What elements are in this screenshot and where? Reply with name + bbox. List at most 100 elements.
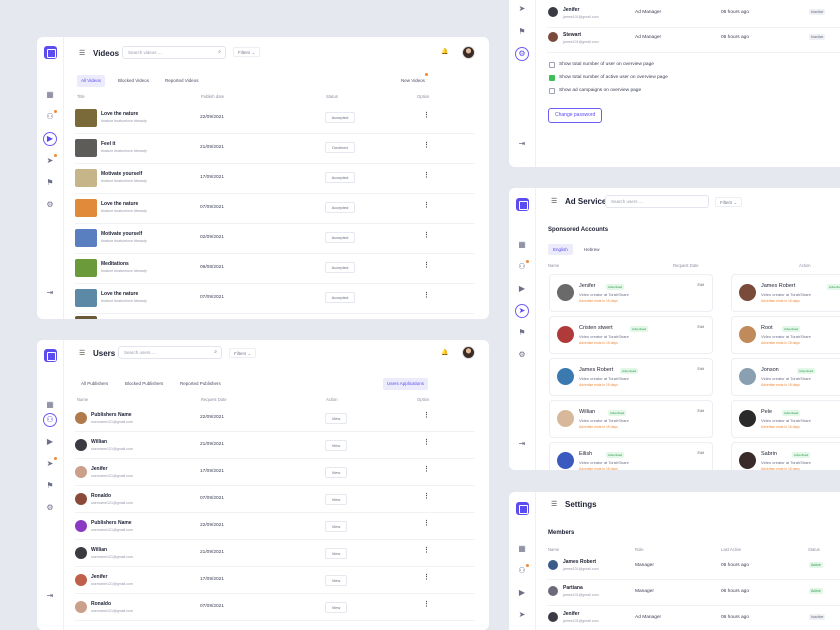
dashboard-icon[interactable]: ▦ [515,238,529,252]
tab-all-videos[interactable]: All Videos [77,75,105,87]
sponsored-card[interactable]: JeniferAdvertisedVideo creator at TorahS… [549,274,713,312]
video-thumbnail[interactable] [75,289,97,307]
video-thumbnail[interactable] [75,229,97,247]
video-thumbnail[interactable] [75,109,97,127]
bell-icon[interactable]: 🔔 [441,48,448,55]
send-icon[interactable]: ➤ [515,608,529,622]
status-badge[interactable]: Accepted [325,262,355,273]
more-options-icon[interactable]: ⋮ [423,519,430,527]
view-button[interactable]: View [325,413,347,424]
sponsored-card[interactable]: EilishAdvertisedVideo creator at TorahSh… [549,442,713,470]
logout-icon[interactable]: ⇥ [43,286,57,300]
flag-icon[interactable]: ⚑ [515,25,529,39]
more-options-icon[interactable]: ⋮ [423,291,430,299]
users-applications-button[interactable]: Users Applications [383,378,428,390]
menu-icon[interactable]: ☰ [79,349,85,357]
app-logo[interactable] [516,502,529,515]
view-button[interactable]: View [325,575,347,586]
view-button[interactable]: View [325,467,347,478]
change-password-button[interactable]: Change password [548,108,602,123]
checkbox[interactable] [549,88,555,94]
view-button[interactable]: View [325,548,347,559]
users-icon[interactable]: ⚇ [43,413,57,427]
search-input[interactable]: Search videos .... ⌕ [122,46,226,59]
sponsored-card[interactable]: James RobertAdvertisedVideo creator at T… [549,358,713,396]
filters-dropdown[interactable]: Filters ⌄ [229,348,256,358]
new-videos-button[interactable]: New Videos [397,75,429,87]
dashboard-icon[interactable]: ▦ [43,398,57,412]
more-options-icon[interactable]: ⋮ [423,546,430,554]
tab-blocked-videos[interactable]: Blocked Videos [114,75,153,87]
more-options-icon[interactable]: ⋮ [423,573,430,581]
gear-icon[interactable]: ⚙ [515,348,529,362]
video-thumbnail[interactable] [75,259,97,277]
videos-icon[interactable]: ▶ [515,586,529,600]
tab-blocked-publishers[interactable]: Blocked Publishers [121,378,167,390]
view-button[interactable]: View [325,602,347,613]
edit-button[interactable]: Edit [697,451,704,455]
search-input[interactable]: Search users .... [605,195,709,208]
filters-dropdown[interactable]: Filters ⌄ [233,47,260,57]
more-options-icon[interactable]: ⋮ [423,600,430,608]
sponsored-card[interactable]: JonsonAdvertisedVideo creator at TorahSh… [731,358,840,396]
logout-icon[interactable]: ⇥ [43,589,57,603]
video-thumbnail[interactable] [75,316,97,319]
menu-icon[interactable]: ☰ [551,500,557,508]
avatar[interactable] [462,46,475,59]
videos-icon[interactable]: ▶ [43,435,57,449]
status-badge[interactable]: Accepted [325,112,355,123]
more-options-icon[interactable]: ⋮ [423,438,430,446]
more-options-icon[interactable]: ⋮ [423,411,430,419]
sponsored-card[interactable]: PeleAdvertisedVideo creator at TorahShar… [731,400,840,438]
avatar[interactable] [462,346,475,359]
view-button[interactable]: View [325,494,347,505]
app-logo[interactable] [44,46,57,59]
more-options-icon[interactable]: ⋮ [423,465,430,473]
more-options-icon[interactable]: ⋮ [423,201,430,209]
view-button[interactable]: View [325,440,347,451]
edit-button[interactable]: Edit [697,283,704,287]
flag-icon[interactable]: ⚑ [43,176,57,190]
sponsored-card[interactable]: Cristen stwertAdvertisedVideo creator at… [549,316,713,354]
video-thumbnail[interactable] [75,169,97,187]
video-thumbnail[interactable] [75,139,97,157]
videos-icon[interactable]: ▶ [43,132,57,146]
edit-button[interactable]: Edit [697,409,704,413]
send-icon[interactable]: ➤ [515,304,529,318]
menu-icon[interactable]: ☰ [79,49,85,57]
app-logo[interactable] [516,198,529,211]
view-button[interactable]: View [325,521,347,532]
status-badge[interactable]: Accepted [325,172,355,183]
search-input[interactable]: Search users .... ⌕ [118,346,222,359]
more-options-icon[interactable]: ⋮ [423,141,430,149]
tab-english[interactable]: English [548,244,573,255]
tab-reported-publishers[interactable]: Reported Publishers [176,378,225,390]
edit-button[interactable]: Edit [697,367,704,371]
filters-dropdown[interactable]: Filters ⌄ [715,197,742,207]
logout-icon[interactable]: ⇥ [515,137,529,151]
video-thumbnail[interactable] [75,199,97,217]
videos-icon[interactable]: ▶ [515,282,529,296]
more-options-icon[interactable]: ⋮ [423,261,430,269]
checkbox[interactable] [549,62,555,68]
status-badge[interactable]: Accepted [325,292,355,303]
dashboard-icon[interactable]: ▦ [515,542,529,556]
status-badge[interactable]: Accepted [325,232,355,243]
tab-hebrew[interactable]: Hebrew [579,244,605,255]
app-logo[interactable] [44,349,57,362]
more-options-icon[interactable]: ⋮ [423,111,430,119]
send-icon[interactable]: ➤ [515,2,529,16]
more-options-icon[interactable]: ⋮ [423,231,430,239]
sponsored-card[interactable]: WillianAdvertisedVideo creator at TorahS… [549,400,713,438]
dashboard-icon[interactable]: ▦ [43,88,57,102]
gear-icon[interactable]: ⚙ [43,501,57,515]
status-badge[interactable]: Accepted [325,202,355,213]
tab-reported-videos[interactable]: Reported Videos [161,75,202,87]
gear-icon[interactable]: ⚙ [43,198,57,212]
bell-icon[interactable]: 🔔 [441,349,448,356]
logout-icon[interactable]: ⇥ [515,437,529,451]
sponsored-card[interactable]: RootAdvertisedVideo creator at TorahShar… [731,316,840,354]
sponsored-card[interactable]: SabrinAdvertisedVideo creator at TorahSh… [731,442,840,470]
checkbox[interactable] [549,75,555,81]
edit-button[interactable]: Edit [697,325,704,329]
